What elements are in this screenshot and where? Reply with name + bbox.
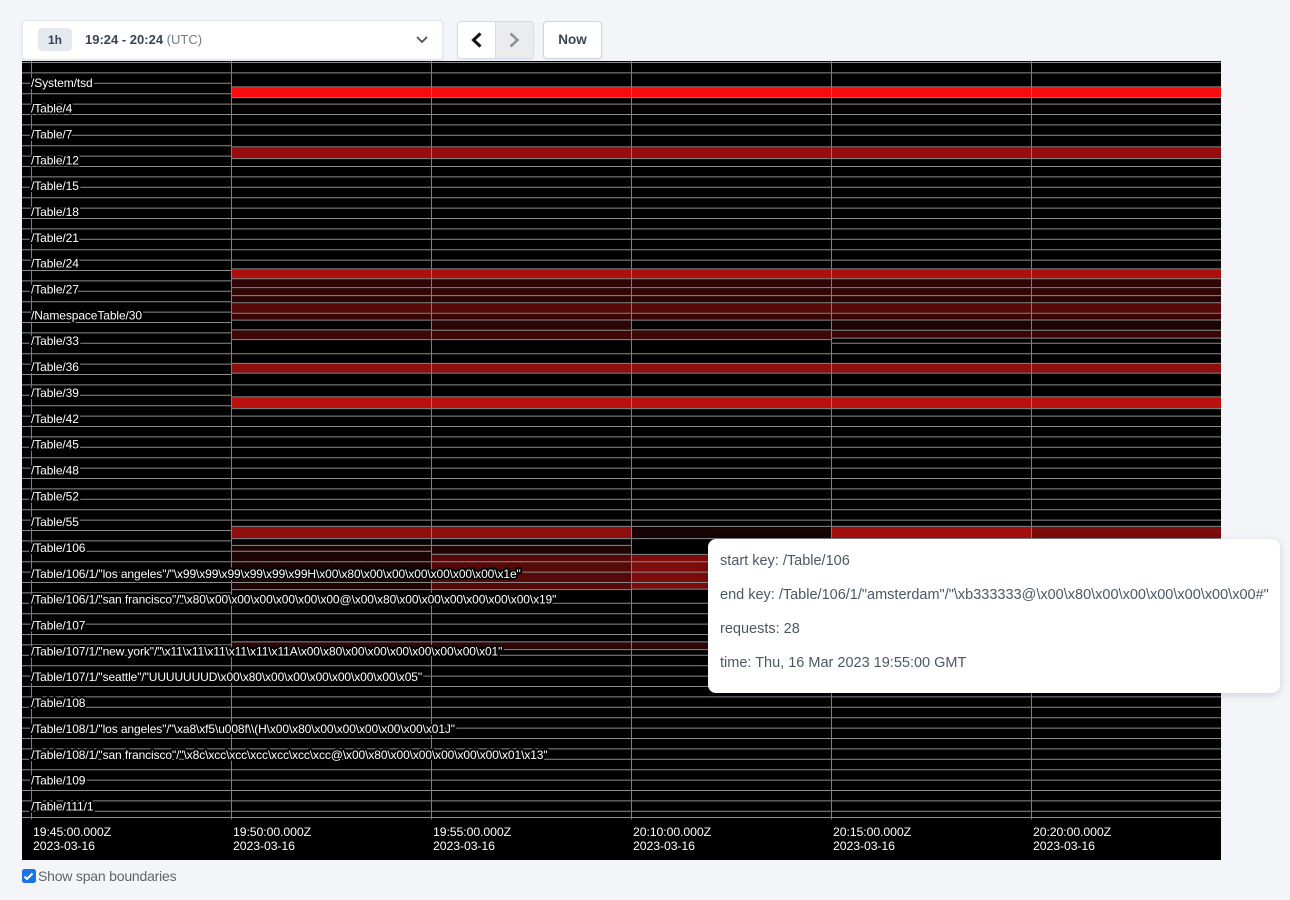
svg-text:/NamespaceTable/30: /NamespaceTable/30 (31, 308, 142, 322)
svg-text:19:55:00.000Z: 19:55:00.000Z (433, 825, 512, 839)
svg-text:/Table/106/1/"los angeles"/"\x: /Table/106/1/"los angeles"/"\x99\x99\x99… (31, 567, 521, 581)
svg-text:/Table/108/1/"los angeles"/"\x: /Table/108/1/"los angeles"/"\xa8\xf5\u00… (31, 722, 455, 736)
svg-text:/Table/39: /Table/39 (31, 386, 79, 400)
svg-text:/Table/24: /Table/24 (31, 257, 79, 271)
svg-text:/Table/107/1/"seattle"/"UUUUUU: /Table/107/1/"seattle"/"UUUUUUUD\x00\x80… (31, 670, 422, 684)
svg-text:/Table/7: /Table/7 (31, 128, 73, 142)
svg-text:2023-03-16: 2023-03-16 (833, 839, 895, 853)
svg-text:20:15:00.000Z: 20:15:00.000Z (833, 825, 912, 839)
svg-text:20:10:00.000Z: 20:10:00.000Z (633, 825, 712, 839)
svg-text:2023-03-16: 2023-03-16 (233, 839, 295, 853)
svg-text:19:50:00.000Z: 19:50:00.000Z (233, 825, 312, 839)
svg-text:/System/tsd: /System/tsd (31, 76, 93, 90)
svg-text:/Table/18: /Table/18 (31, 205, 79, 219)
svg-text:2023-03-16: 2023-03-16 (433, 839, 495, 853)
svg-text:/Table/106: /Table/106 (31, 541, 86, 555)
svg-text:/Table/36: /Table/36 (31, 360, 79, 374)
svg-text:/Table/52: /Table/52 (31, 489, 79, 503)
svg-text:/Table/108: /Table/108 (31, 696, 86, 710)
svg-text:/Table/42: /Table/42 (31, 412, 79, 426)
svg-text:/Table/21: /Table/21 (31, 231, 79, 245)
svg-text:/Table/12: /Table/12 (31, 153, 79, 167)
svg-text:/Table/108/1/"san francisco"/": /Table/108/1/"san francisco"/"\x8c\xcc\x… (31, 748, 548, 762)
svg-text:2023-03-16: 2023-03-16 (33, 839, 95, 853)
svg-text:/Table/15: /Table/15 (31, 179, 79, 193)
svg-text:/Table/27: /Table/27 (31, 283, 79, 297)
svg-text:2023-03-16: 2023-03-16 (633, 839, 695, 853)
svg-text:/Table/55: /Table/55 (31, 515, 79, 529)
svg-text:20:20:00.000Z: 20:20:00.000Z (1033, 825, 1112, 839)
svg-text:/Table/33: /Table/33 (31, 334, 79, 348)
svg-text:19:45:00.000Z: 19:45:00.000Z (33, 825, 112, 839)
svg-text:/Table/4: /Table/4 (31, 102, 73, 116)
svg-text:/Table/48: /Table/48 (31, 464, 79, 478)
svg-text:/Table/106/1/"san francisco"/": /Table/106/1/"san francisco"/"\x80\x00\x… (31, 593, 556, 607)
svg-text:/Table/45: /Table/45 (31, 438, 79, 452)
svg-text:/Table/109: /Table/109 (31, 774, 86, 788)
svg-text:/Table/111/1: /Table/111/1 (31, 800, 94, 814)
svg-text:2023-03-16: 2023-03-16 (1033, 839, 1095, 853)
svg-text:/Table/107: /Table/107 (31, 619, 86, 633)
svg-text:/Table/107/1/"new york"/"\x11\: /Table/107/1/"new york"/"\x11\x11\x11\x1… (31, 644, 502, 658)
